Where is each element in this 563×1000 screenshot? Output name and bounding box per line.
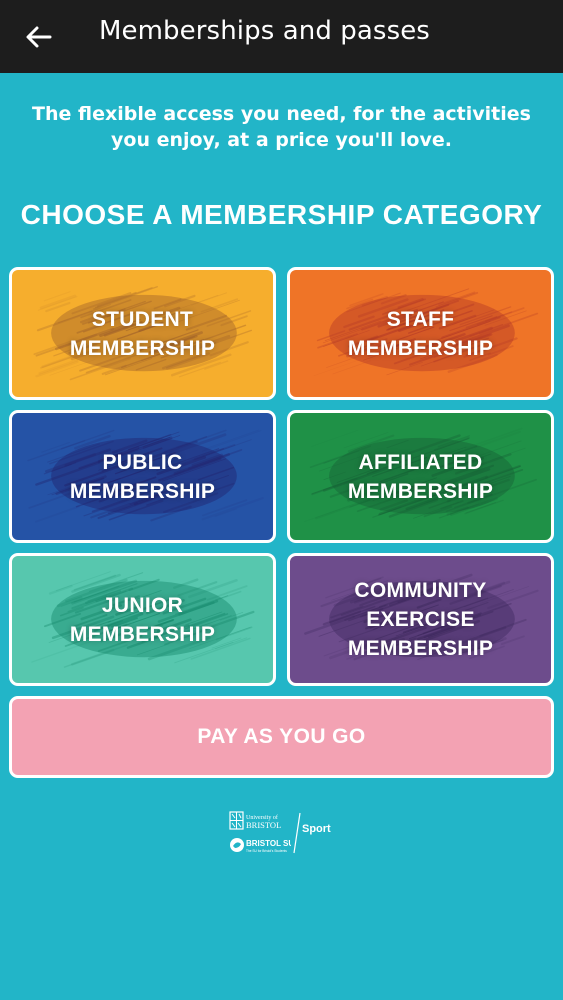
svg-text:BRISTOL SU: BRISTOL SU	[246, 839, 291, 848]
svg-text:BRISTOL: BRISTOL	[246, 820, 281, 830]
card-label: PUBLIC MEMBERSHIP	[69, 450, 216, 503]
community-exercise-membership-card[interactable]: COMMUNITY EXERCISE MEMBERSHIP	[287, 553, 554, 686]
card-label: JUNIOR MEMBERSHIP	[69, 593, 216, 646]
page-title: Memberships and passes	[99, 16, 430, 46]
card-label: STUDENT MEMBERSHIP	[69, 307, 216, 360]
staff-membership-card[interactable]: STAFF MEMBERSHIP	[287, 267, 554, 400]
pay-as-you-go-button[interactable]: PAY AS YOU GO	[9, 696, 554, 778]
card-label: AFFILIATED MEMBERSHIP	[347, 450, 494, 503]
app-bar: Memberships and passes	[0, 0, 563, 73]
section-heading: CHOOSE A MEMBERSHIP CATEGORY	[20, 199, 543, 230]
card-label: STAFF MEMBERSHIP	[347, 307, 494, 360]
student-membership-card[interactable]: STUDENT MEMBERSHIP	[9, 267, 276, 400]
pay-as-you-go-label: PAY AS YOU GO	[197, 725, 366, 748]
sport-label: Sport	[302, 823, 331, 835]
junior-membership-card[interactable]: JUNIOR MEMBERSHIP	[9, 553, 276, 686]
bristol-su-logo: BRISTOL SU The SU for Bristol's Students	[230, 838, 291, 853]
university-of-bristol-logo: University of BRISTOL	[229, 811, 281, 830]
svg-text:The SU for Bristol's Students: The SU for Bristol's Students	[246, 849, 287, 853]
affiliated-membership-card[interactable]: AFFILIATED MEMBERSHIP	[287, 410, 554, 543]
arrow-left-icon	[26, 26, 52, 48]
card-label: COMMUNITY EXERCISE MEMBERSHIP	[347, 579, 494, 660]
divider-slash	[293, 812, 301, 854]
tagline: The flexible access you need, for the ac…	[32, 103, 531, 151]
public-membership-card[interactable]: PUBLIC MEMBERSHIP	[9, 410, 276, 543]
footer-logos: University of BRISTOL BRISTOL SU The SU …	[229, 808, 339, 856]
back-button[interactable]	[24, 22, 54, 52]
